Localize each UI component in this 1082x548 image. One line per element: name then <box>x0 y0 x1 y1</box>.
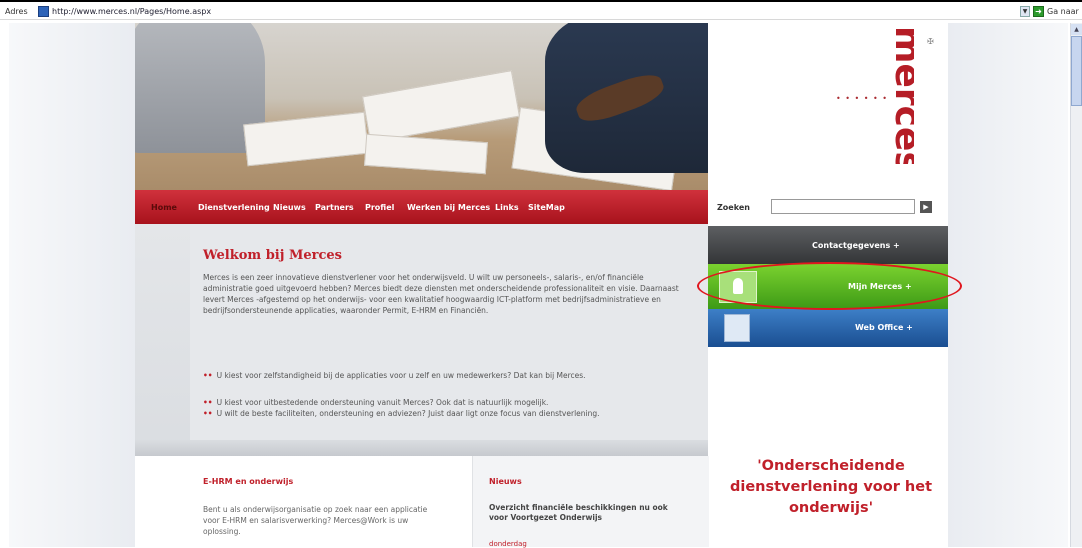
left-gutter <box>9 23 135 547</box>
welcome-title: Welkom bij Merces <box>203 248 342 263</box>
bullet-marker: •• <box>203 398 213 407</box>
news-column <box>472 456 709 547</box>
scroll-up-arrow-icon[interactable]: ▲ <box>1071 24 1082 35</box>
slogan: 'Onderscheidende dienstverlening voor he… <box>729 458 933 516</box>
window-top-border <box>0 0 1082 2</box>
nav-item-profiel[interactable]: Profiel <box>365 203 394 212</box>
search-input[interactable] <box>771 199 915 214</box>
bullet-text: U kiest voor zelfstandigheid bij de appl… <box>216 371 586 380</box>
welcome-panel-shadow <box>135 440 708 456</box>
bullet-text: U kiest voor uitbestedende ondersteuning… <box>216 398 549 407</box>
bullet-text: U wilt de beste faciliteiten, ondersteun… <box>216 409 600 418</box>
contactgegevens-label[interactable]: Contactgegevens + <box>812 241 900 250</box>
bullet-marker: •• <box>203 409 213 418</box>
welcome-bullet: •• U wilt de beste faciliteiten, onderste… <box>203 408 693 419</box>
welcome-bullet: •• U kiest voor uitbestedende ondersteuni… <box>203 397 693 408</box>
photo-paper <box>364 133 488 175</box>
web-office-label[interactable]: Web Office + <box>855 323 913 332</box>
ehrm-title[interactable]: E-HRM en onderwijs <box>203 477 293 486</box>
nav-item-nieuws[interactable]: Nieuws <box>273 203 306 212</box>
go-arrow-icon[interactable]: ➜ <box>1033 6 1044 17</box>
welcome-body: Merces is een zeer innovatieve dienstver… <box>203 273 679 315</box>
nav-item-links[interactable]: Links <box>495 203 519 212</box>
news-item-link[interactable]: Overzicht financiële beschikkingen nu oo… <box>489 503 669 523</box>
address-dropdown-icon[interactable]: ▼ <box>1020 6 1030 17</box>
right-gutter <box>948 23 1068 547</box>
document-icon <box>724 314 750 342</box>
ehrm-body: Bent u als onderwijsorganisatie op zoek … <box>203 505 428 536</box>
news-title: Nieuws <box>489 477 522 486</box>
nav-item-werken-bij-merces[interactable]: Werken bij Merces <box>407 203 490 212</box>
welcome-bullet: •• U kiest voor zelfstandigheid bij de ap… <box>203 370 693 381</box>
logo-text: merces <box>887 26 914 164</box>
search-label: Zoeken <box>717 203 750 212</box>
hero-photo <box>135 23 708 190</box>
url-input[interactable]: http://www.merces.nl/Pages/Home.aspx <box>52 7 211 16</box>
address-label: Adres <box>5 7 28 16</box>
highlight-annotation-ellipse <box>697 262 962 310</box>
photo-paper <box>362 70 520 143</box>
go-button-label[interactable]: Ga naar <box>1047 7 1079 16</box>
nav-item-home[interactable]: Home <box>151 203 177 212</box>
nav-item-sitemap[interactable]: SiteMap <box>528 203 565 212</box>
logo-dots: • • • • • • <box>836 94 889 103</box>
main-nav: Home Dienstverlening Nieuws Partners Pro… <box>135 190 708 224</box>
nav-item-dienstverlening[interactable]: Dienstverlening <box>198 203 270 212</box>
page-icon <box>38 6 49 17</box>
logo-emblem-icon: ✠ <box>927 37 934 46</box>
search-go-icon[interactable]: ▶ <box>920 201 932 213</box>
bullet-marker: •• <box>203 371 213 380</box>
nav-item-partners[interactable]: Partners <box>315 203 354 212</box>
scrollbar-thumb[interactable] <box>1071 36 1082 106</box>
